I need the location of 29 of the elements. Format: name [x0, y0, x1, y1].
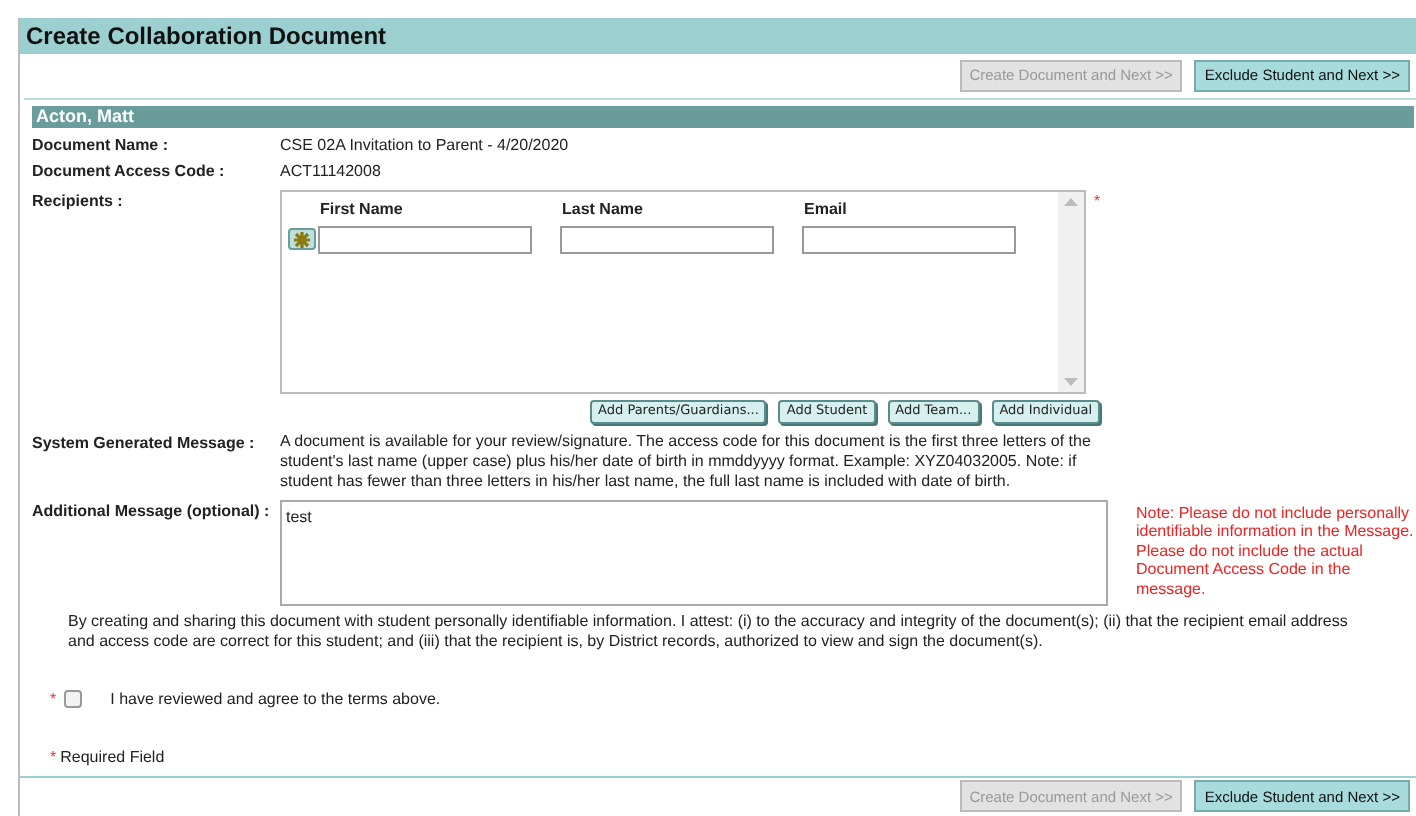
agree-label: I have reviewed and agree to the terms above. [110, 687, 441, 712]
field-value: ACT11142008 [280, 160, 381, 185]
message-field[interactable]: test [280, 499, 1108, 606]
student-header: Acton, Matt [32, 105, 1414, 128]
first-name-field[interactable] [318, 225, 532, 254]
scroll-up-icon[interactable] [1064, 197, 1078, 206]
page-title: Create Collaboration Document [20, 18, 1416, 55]
system-message: A document is available for your review/signature. The access code for this document is the first three letters of the student's last name (upper case) plus his/her date of birth in mmddyyyy format. Example: XYZ04032005. Note: if student has fewer than three letters in his/her last name, the full last name is included with date of birth. [280, 431, 1093, 492]
column-header: First Name [320, 197, 405, 222]
last-name-field[interactable] [560, 225, 774, 254]
field-label: System Generated Message : [32, 431, 257, 456]
field-label: Document Name : [32, 134, 171, 159]
field-value: CSE 02A Invitation to Parent - 4/20/2020 [280, 134, 569, 159]
warning-note: Note: Please do not include personally identifiable information in the Message. Please do not include the actual Document Access Code in the message. [1136, 503, 1414, 599]
email-field[interactable] [802, 225, 1016, 254]
required-note: Required Field [60, 745, 165, 770]
add-row-icon[interactable] [288, 228, 316, 251]
agree-checkbox[interactable] [64, 690, 83, 709]
scrollbar[interactable] [1058, 191, 1084, 392]
scroll-down-icon[interactable] [1064, 377, 1078, 386]
column-header: Last Name [562, 197, 645, 222]
required-mark: * [1094, 189, 1101, 214]
required-mark: * [50, 687, 57, 712]
attestation-text: By creating and sharing this document with student personally identifiable information. I attest: (i) to the accuracy and integrity of the document(s); (ii) that the recipient email address and access code are correct for this student; and (iii) that the recipient is, by District records, authorized to view and sign the document(s). [68, 611, 1348, 652]
required-mark: * [50, 745, 57, 770]
field-label: Additional Message (optional) : [32, 499, 272, 524]
field-label: Recipients : [32, 189, 125, 214]
field-label: Document Access Code : [32, 160, 227, 185]
column-header: Email [804, 197, 849, 222]
